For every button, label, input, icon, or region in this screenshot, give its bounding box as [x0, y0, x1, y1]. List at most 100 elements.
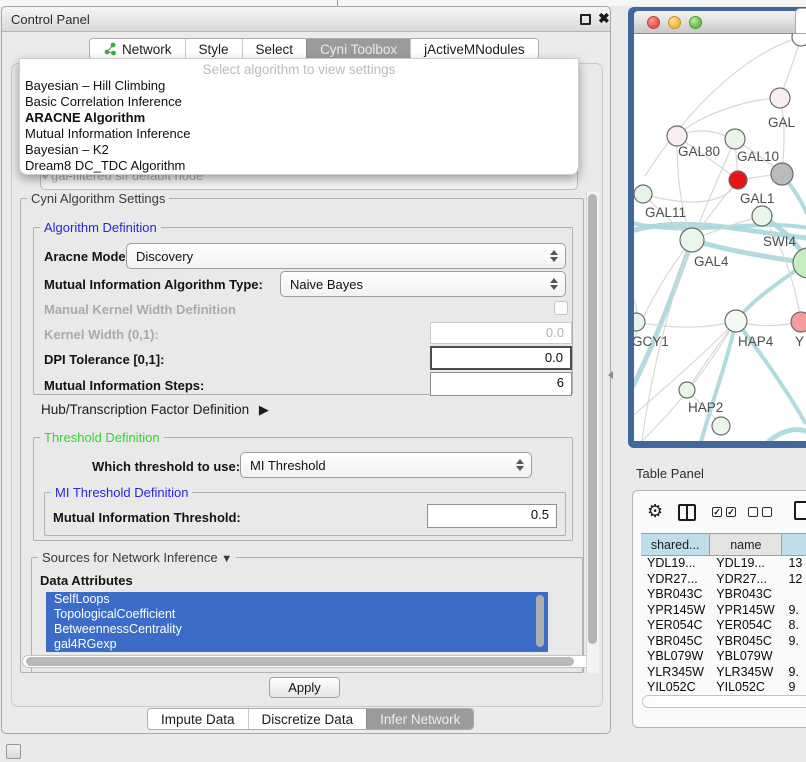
tab-jactivemnodules[interactable]: jActiveMNodules	[410, 39, 538, 59]
column-header[interactable]: shared...	[641, 534, 710, 555]
tab-discretize-data[interactable]: Discretize Data	[248, 709, 367, 729]
tab-cyni-toolbox[interactable]: Cyni Toolbox	[306, 39, 410, 59]
network-window-titlebar[interactable]	[634, 11, 806, 34]
horizontal-scrollbar[interactable]	[22, 655, 598, 668]
control-panel-tabbar: Network Style Select Cyni ToolboxjActiveMNo…	[89, 38, 539, 60]
network-edge[interactable]	[636, 321, 736, 327]
columns-icon[interactable]	[678, 504, 696, 521]
network-canvas[interactable]: GALGAL80GAL10GAL1GAL11SWI4GAL4GCY1HAP4YH…	[634, 34, 806, 441]
network-node[interactable]	[712, 417, 730, 435]
collapse-arrow-icon[interactable]: ▼	[221, 553, 232, 565]
algorithm-option[interactable]: Basic Correlation Inference	[20, 94, 578, 110]
mi-type-label: Mutual Information Algorithm Type:	[44, 277, 263, 292]
network-node-gal[interactable]	[770, 88, 790, 108]
network-node[interactable]	[792, 34, 806, 46]
select-all-icon[interactable]: ✓✓	[712, 507, 736, 517]
split-pane-collapse-icon[interactable]	[608, 371, 613, 379]
table-cell: YDR27...	[710, 572, 782, 588]
table-row[interactable]: YER054CYER054C8.	[641, 618, 806, 634]
manual-kernel-checkbox[interactable]	[554, 301, 568, 315]
kernel-width-field[interactable]: 0.0	[430, 322, 572, 344]
network-node-gcy1[interactable]	[634, 313, 645, 331]
minimize-traffic-light-icon[interactable]	[668, 16, 681, 29]
table-cell	[782, 649, 806, 665]
network-node-swi4[interactable]	[752, 206, 772, 226]
export-table-icon[interactable]	[794, 501, 806, 520]
tab-style[interactable]: Style	[185, 39, 242, 59]
attribute-item-selected[interactable]: TopologicalCoefficient	[46, 607, 548, 622]
tab-network[interactable]: Network	[90, 39, 185, 59]
sources-title: Sources for Network Inference	[42, 550, 218, 565]
scrollbar-thumb[interactable]	[588, 194, 597, 644]
aracne-mode-value: Discovery	[136, 249, 193, 264]
network-node-y[interactable]	[791, 312, 806, 332]
tab-label: Discretize Data	[262, 712, 354, 727]
network-edge[interactable]	[677, 98, 780, 136]
apply-button[interactable]: Apply	[269, 677, 340, 698]
network-node-hap2[interactable]	[679, 382, 695, 398]
attribute-item-selected[interactable]: BetweennessCentrality	[46, 622, 548, 637]
tab-label: Network	[122, 42, 172, 57]
network-edge[interactable]	[643, 180, 738, 202]
node-label: HAP2	[688, 400, 723, 415]
network-edge[interactable]	[768, 430, 806, 441]
column-header[interactable]: name	[710, 534, 782, 555]
tab-select[interactable]: Select	[242, 39, 307, 59]
aracne-mode-combo[interactable]: Discovery	[126, 243, 566, 269]
table-cell: YBR043C	[641, 587, 710, 603]
zoom-traffic-light-icon[interactable]	[689, 16, 702, 29]
table-cell: YDL19...	[710, 556, 782, 572]
algorithm-option[interactable]: Mutual Information Inference	[20, 126, 578, 142]
algorithm-option[interactable]: Dream8 DC_TDC Algorithm	[20, 158, 578, 174]
node-label: GAL10	[737, 149, 779, 164]
tab-label: Impute Data	[161, 712, 235, 727]
table-horizontal-scrollbar[interactable]	[642, 695, 806, 708]
collapsed-panel-icon[interactable]	[6, 744, 21, 759]
data-attributes-list[interactable]: SelfLoopsTopologicalCoefficientBetweenne…	[46, 592, 548, 652]
mi-threshold-field[interactable]: 0.5	[427, 504, 557, 528]
list-scrollbar[interactable]	[536, 595, 544, 647]
table-row[interactable]: YIL052CYIL052C9	[641, 680, 806, 696]
table-row[interactable]: YDL19...YDL19...13	[641, 556, 806, 572]
float-window-icon[interactable]	[580, 14, 591, 25]
tab-impute-data[interactable]: Impute Data	[148, 709, 248, 729]
network-node-gal80[interactable]	[667, 126, 687, 146]
close-traffic-light-icon[interactable]	[647, 16, 660, 29]
mi-steps-label: Mutual Information Steps:	[44, 378, 204, 393]
which-threshold-combo[interactable]: MI Threshold	[240, 452, 532, 478]
network-node-gal11[interactable]	[634, 185, 652, 203]
panel-title: Control Panel	[11, 12, 90, 27]
network-node-gal4[interactable]	[680, 228, 704, 252]
mi-type-combo[interactable]: Naive Bayes	[280, 271, 566, 297]
deselect-all-icon[interactable]	[748, 507, 772, 517]
scrollbar-thumb[interactable]	[26, 657, 574, 666]
table-row[interactable]: YLR345WYLR345W9.	[641, 665, 806, 681]
attribute-item-selected[interactable]: gal4RGexp	[46, 637, 548, 652]
network-node[interactable]	[793, 248, 806, 278]
tab-infer-network[interactable]: Infer Network	[366, 709, 473, 729]
hub-definition-expander[interactable]: Hub/Transcription Factor Definition ▶	[41, 402, 269, 418]
algorithm-option[interactable]: ARACNE Algorithm	[20, 110, 578, 126]
mi-steps-field[interactable]: 6	[430, 372, 572, 396]
table-row[interactable]: YBR045CYBR045C9.	[641, 634, 806, 650]
table-row[interactable]: YDR27...YDR27...12	[641, 572, 806, 588]
table-cell: YPR145W	[710, 603, 782, 619]
attribute-item-selected[interactable]: SelfLoops	[46, 592, 548, 607]
close-icon[interactable]: ✖	[598, 10, 610, 27]
gear-icon[interactable]: ⚙	[647, 501, 663, 522]
network-node-gal10[interactable]	[725, 129, 745, 149]
table-cell: YER054C	[641, 618, 710, 634]
table-cell: YPR145W	[641, 603, 710, 619]
dpi-tolerance-field[interactable]: 0.0	[430, 346, 572, 370]
table-row[interactable]: YPR145WYPR145W9.	[641, 603, 806, 619]
column-header[interactable]: A	[782, 534, 806, 555]
table-row[interactable]: YBR043CYBR043C	[641, 587, 806, 603]
network-node-hap4[interactable]	[725, 310, 747, 332]
algorithm-option[interactable]: Bayesian – Hill Climbing	[20, 78, 578, 94]
algorithm-option[interactable]: Bayesian – K2	[20, 142, 578, 158]
network-node-gal1[interactable]	[729, 171, 747, 189]
table-row[interactable]: YBL079WYBL079W	[641, 649, 806, 665]
network-node[interactable]	[771, 163, 793, 185]
table-cell: YBR045C	[710, 634, 782, 650]
tab-label: Select	[256, 42, 294, 57]
